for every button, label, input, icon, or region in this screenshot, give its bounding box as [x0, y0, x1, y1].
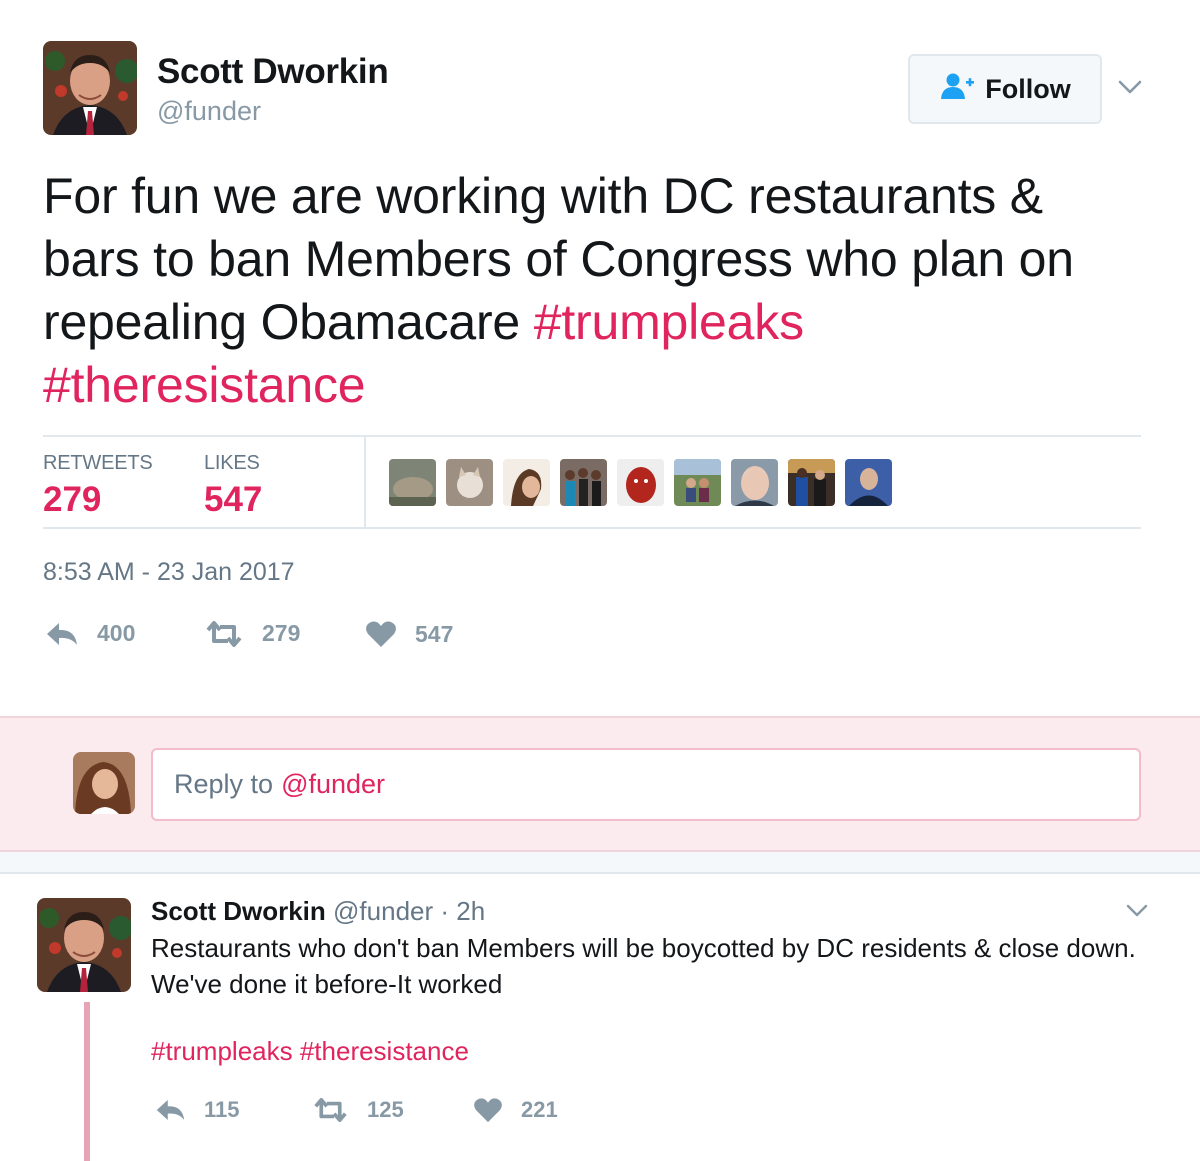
- chevron-down-icon[interactable]: [1126, 903, 1148, 919]
- reply-reply-count: 115: [204, 1097, 240, 1122]
- liker-avatar[interactable]: [560, 459, 607, 506]
- retweets-count[interactable]: 279: [43, 480, 101, 520]
- reply-placeholder-handle: @funder: [281, 769, 386, 799]
- section-separator: [0, 852, 1200, 874]
- liker-avatar[interactable]: [503, 459, 550, 506]
- liker-avatar[interactable]: [617, 459, 664, 506]
- reply-hashtags[interactable]: #trumpleaks #theresistance: [151, 1036, 469, 1067]
- liker-avatar[interactable]: [446, 459, 493, 506]
- reply-retweet-action[interactable]: 125: [312, 1097, 404, 1123]
- reply-count: 400: [97, 620, 136, 646]
- likes-label: LIKES: [204, 452, 260, 474]
- stats-top-divider: [43, 435, 1141, 437]
- retweet-count: 279: [262, 620, 301, 646]
- current-user-avatar[interactable]: [73, 752, 135, 814]
- hashtag-link[interactable]: #trumpleaks: [534, 294, 804, 350]
- retweet-action[interactable]: 279: [204, 620, 300, 647]
- stats-bottom-divider: [43, 527, 1141, 529]
- like-action[interactable]: 547: [365, 620, 453, 648]
- reply-like-action[interactable]: 221: [473, 1097, 558, 1123]
- liker-avatar[interactable]: [674, 459, 721, 506]
- liker-avatar[interactable]: [845, 459, 892, 506]
- reply-icon: [45, 621, 79, 647]
- reply-author-avatar[interactable]: [37, 898, 131, 992]
- retweet-icon: [312, 1098, 349, 1122]
- liker-avatars: [389, 459, 892, 506]
- stats-vertical-divider: [364, 436, 366, 528]
- reply-text: Restaurants who don't ban Members will b…: [151, 933, 1136, 999]
- reply-action[interactable]: 400: [45, 620, 135, 647]
- reply-input[interactable]: Reply to @funder: [151, 748, 1141, 821]
- chevron-down-icon[interactable]: [1118, 77, 1142, 97]
- retweets-label: RETWEETS: [43, 452, 153, 474]
- liker-avatar[interactable]: [788, 459, 835, 506]
- liker-avatar[interactable]: [389, 459, 436, 506]
- reply-reply-action[interactable]: 115: [155, 1097, 240, 1123]
- thread-connector-line: [84, 1002, 90, 1161]
- tweet-text: For fun we are working with DC restauran…: [43, 165, 1153, 417]
- likes-count[interactable]: 547: [204, 480, 262, 520]
- reply-like-count: 221: [521, 1097, 558, 1122]
- reply-author-handle[interactable]: @funder: [333, 896, 433, 926]
- reply-icon: [155, 1098, 186, 1122]
- follow-label: Follow: [985, 73, 1071, 104]
- author-handle[interactable]: @funder: [157, 96, 261, 127]
- person-add-icon: [939, 72, 975, 107]
- reply-time[interactable]: · 2h: [440, 896, 485, 926]
- liker-avatar[interactable]: [731, 459, 778, 506]
- reply-author-name[interactable]: Scott Dworkin: [151, 896, 326, 926]
- reply-placeholder-prefix: Reply to: [174, 769, 274, 799]
- follow-button[interactable]: Follow: [908, 54, 1102, 124]
- author-avatar[interactable]: [43, 41, 137, 135]
- heart-icon: [365, 620, 397, 648]
- like-count: 547: [415, 620, 454, 647]
- tweet-timestamp[interactable]: 8:53 AM - 23 Jan 2017: [43, 558, 295, 587]
- author-name[interactable]: Scott Dworkin: [157, 52, 389, 92]
- heart-icon: [473, 1097, 503, 1123]
- retweet-icon: [204, 620, 244, 647]
- reply-header: Scott Dworkin @funder · 2h: [151, 896, 485, 927]
- hashtag-link[interactable]: #theresistance: [43, 357, 366, 413]
- reply-retweet-count: 125: [367, 1097, 404, 1122]
